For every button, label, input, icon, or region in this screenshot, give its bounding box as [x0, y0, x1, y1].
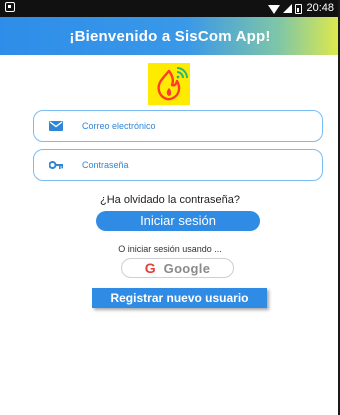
- alt-login-caption: O iniciar sesión usando ...: [118, 244, 222, 254]
- battery-icon: [295, 3, 303, 14]
- wifi-icon: [268, 4, 281, 14]
- password-field[interactable]: Contraseña: [33, 149, 323, 181]
- status-bar: 20:48: [0, 0, 340, 17]
- password-field-label: Contraseña: [82, 160, 129, 170]
- app-bar: ¡Bienvenido a SisCom App!: [0, 17, 340, 55]
- app-screen: 20:48 ¡Bienvenido a SisCom App! Correo e…: [0, 0, 340, 415]
- status-time: 20:48: [306, 2, 334, 14]
- login-button[interactable]: Iniciar sesión: [96, 211, 260, 231]
- google-signin-button[interactable]: G Google: [121, 258, 234, 278]
- app-title: ¡Bienvenido a SisCom App!: [69, 27, 271, 45]
- key-icon: [49, 161, 63, 169]
- email-icon: [49, 121, 63, 131]
- email-field-label: Correo electrónico: [82, 121, 156, 131]
- app-logo: [148, 63, 190, 105]
- status-icons: 20:48: [268, 2, 334, 15]
- forgot-password-link[interactable]: ¿Ha olvidado la contraseña?: [0, 194, 340, 206]
- cell-signal-icon: [283, 4, 293, 13]
- email-field[interactable]: Correo electrónico: [33, 110, 323, 142]
- google-icon: G: [144, 260, 156, 276]
- notification-icon: [5, 2, 15, 12]
- register-button[interactable]: Registrar nuevo usuario: [92, 288, 267, 308]
- flame-wifi-logo-icon: [157, 67, 188, 101]
- google-button-label: Google: [163, 260, 211, 276]
